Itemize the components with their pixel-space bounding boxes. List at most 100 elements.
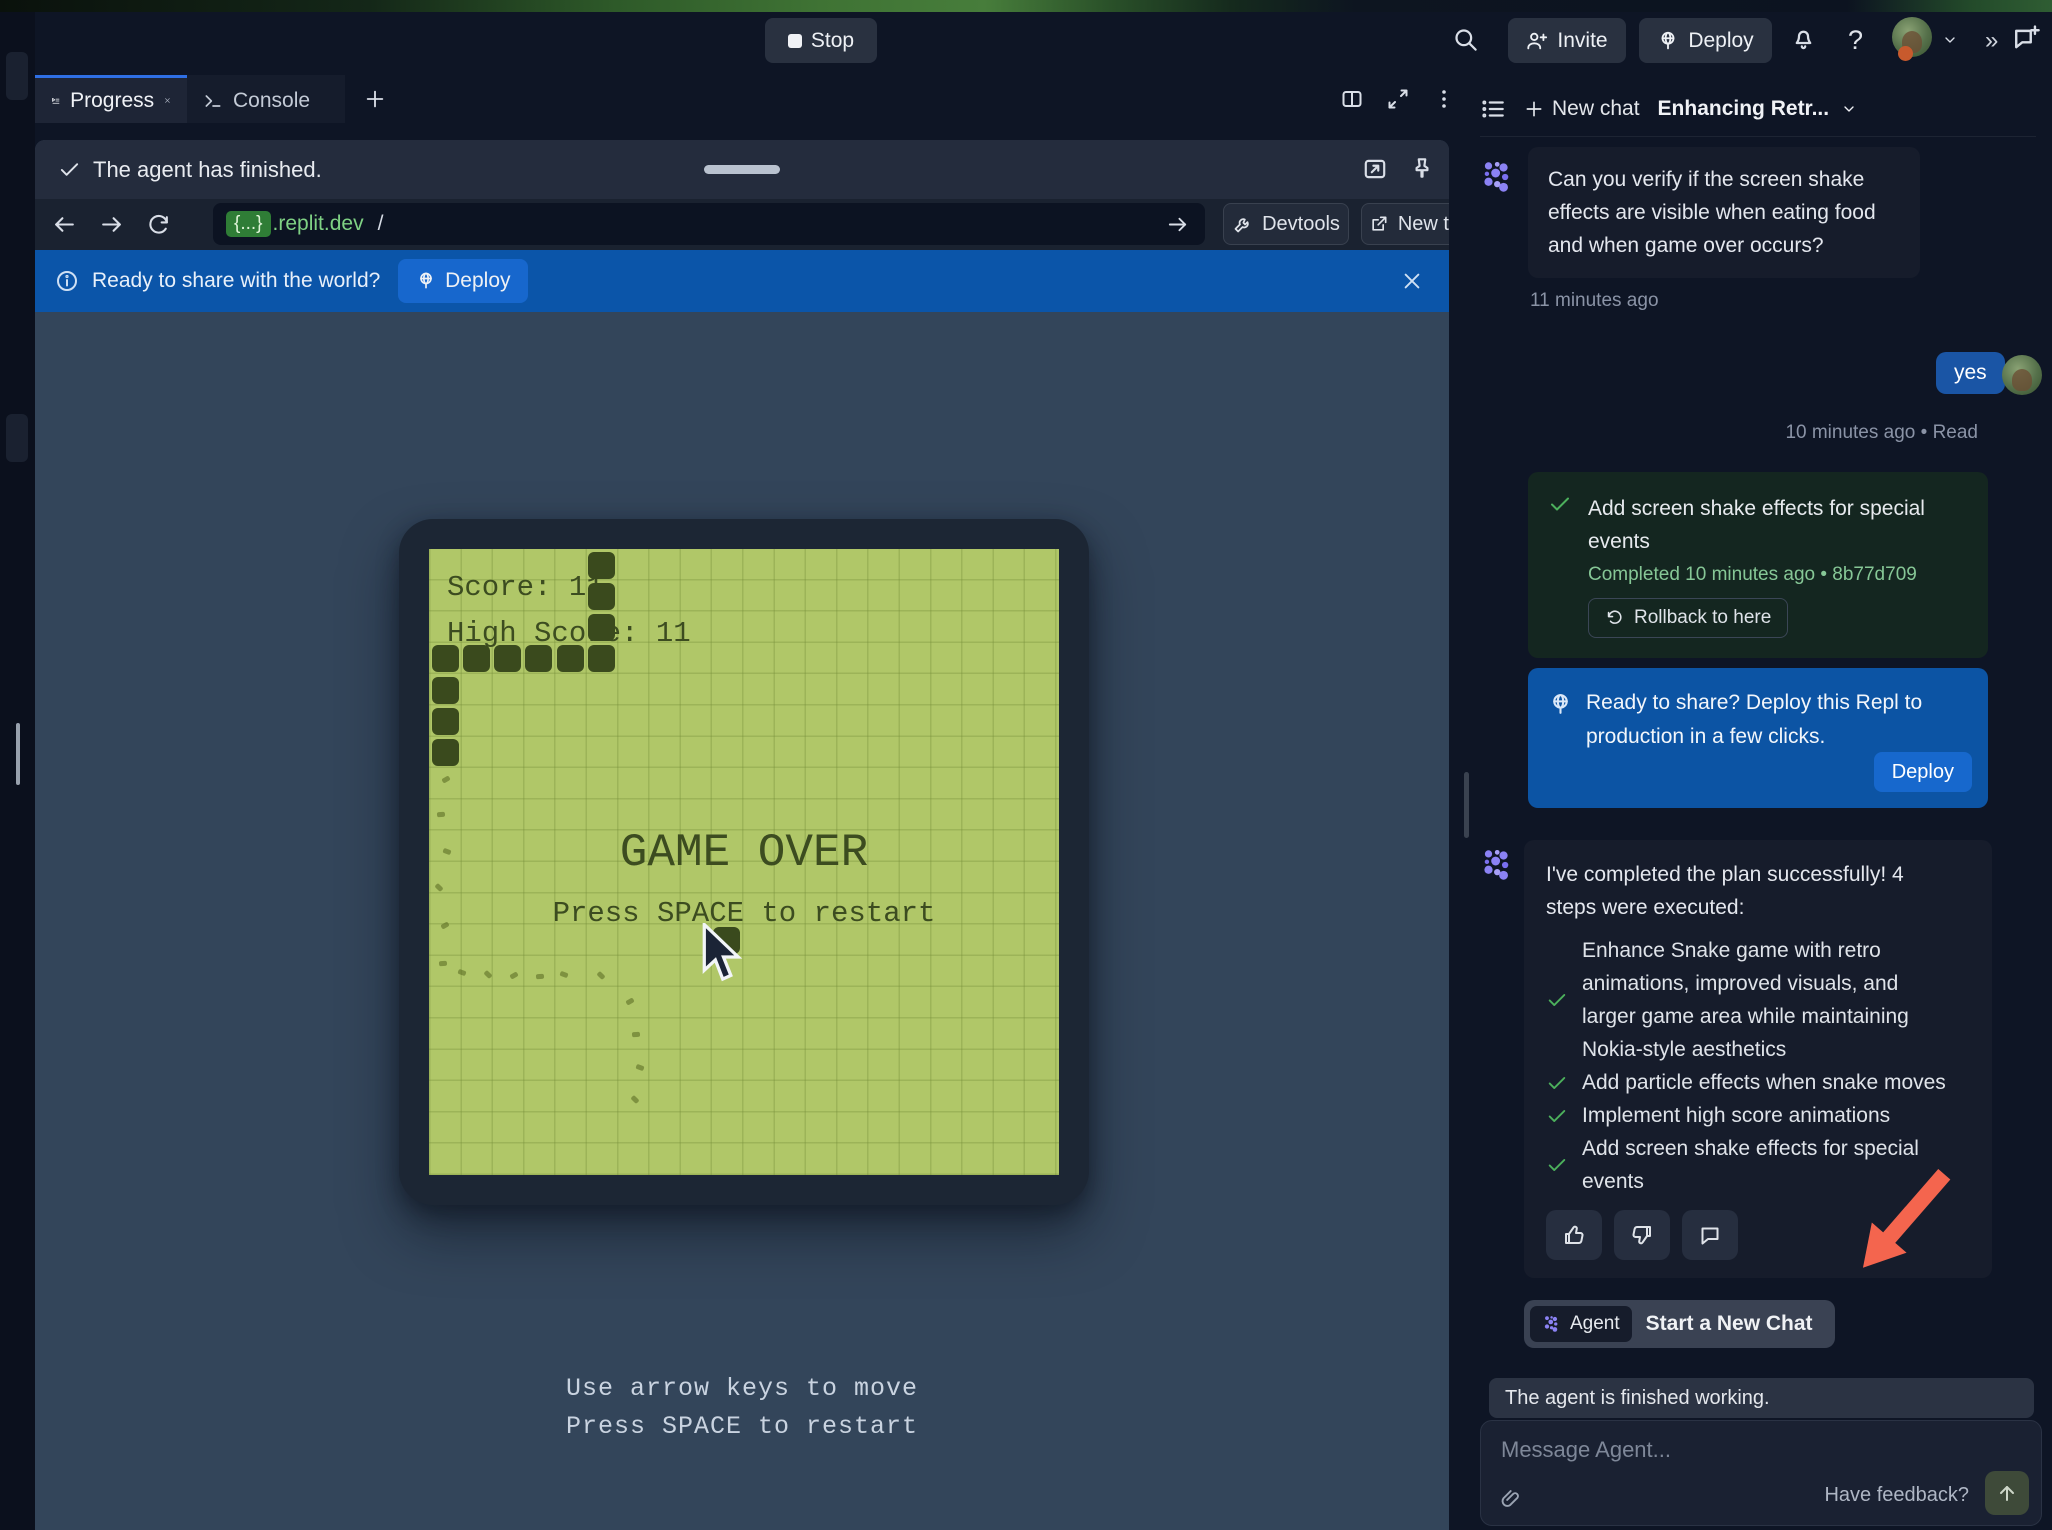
drag-handle[interactable] bbox=[704, 165, 780, 174]
particle bbox=[559, 971, 568, 978]
thumbs-up-icon bbox=[1562, 1223, 1586, 1247]
chevron-down-icon bbox=[1841, 101, 1857, 117]
thumbs-up-button[interactable] bbox=[1546, 1210, 1602, 1260]
back-icon[interactable] bbox=[52, 212, 77, 237]
expand-pane-icon[interactable] bbox=[1386, 87, 1410, 111]
pin-icon[interactable] bbox=[1409, 155, 1435, 181]
avatar-chevron-down-icon[interactable] bbox=[1942, 32, 1958, 48]
check-icon bbox=[1546, 989, 1568, 1011]
new-chat-button[interactable]: New chat bbox=[1524, 97, 1640, 121]
chat-title: Enhancing Retr... bbox=[1658, 97, 1830, 121]
check-icon bbox=[1546, 1154, 1568, 1176]
thumbs-down-button[interactable] bbox=[1614, 1210, 1670, 1260]
particle bbox=[509, 971, 518, 979]
progress-pane: The agent has finished. {...} .replit.de… bbox=[35, 140, 1449, 1530]
banner-deploy-label: Deploy bbox=[445, 269, 510, 293]
devtools-label: Devtools bbox=[1262, 213, 1340, 236]
particle bbox=[635, 1064, 644, 1071]
person-plus-icon bbox=[1526, 30, 1548, 52]
help-icon[interactable]: ? bbox=[1848, 25, 1863, 56]
chat-title-dropdown[interactable]: Enhancing Retr... bbox=[1658, 97, 1858, 121]
chat-header-separator bbox=[1480, 136, 2036, 137]
send-button[interactable] bbox=[1985, 1471, 2029, 1515]
deploy-card-button[interactable]: Deploy bbox=[1874, 752, 1972, 792]
desktop-wallpaper-strip bbox=[0, 0, 2052, 12]
snake-block bbox=[588, 552, 615, 579]
url-bar[interactable]: {...} .replit.dev / bbox=[213, 203, 1205, 245]
stop-icon bbox=[788, 34, 802, 48]
plan-item-text: Enhance Snake game with retro animations… bbox=[1582, 934, 1950, 1066]
agent-avatar-logo bbox=[1479, 158, 1517, 196]
split-pane-icon[interactable] bbox=[1340, 87, 1364, 111]
close-banner-icon[interactable] bbox=[1401, 270, 1423, 292]
restart-hint-text: Press SPACE to restart bbox=[429, 897, 1059, 930]
search-icon[interactable] bbox=[1452, 26, 1479, 53]
plan-item: Enhance Snake game with retro animations… bbox=[1546, 934, 1970, 1066]
agent-question-bubble: Can you verify if the screen shake effec… bbox=[1528, 147, 1920, 278]
checkpoint-meta: Completed 10 minutes ago • 8b77d709 bbox=[1588, 564, 1968, 586]
banner-text: Ready to share with the world? bbox=[92, 269, 380, 293]
game-screen[interactable]: Score: 11 High Score: 11 GAME OVER Press… bbox=[429, 549, 1059, 1175]
deploy-icon bbox=[416, 271, 436, 291]
invite-button[interactable]: Invite bbox=[1508, 18, 1626, 63]
snake-block bbox=[588, 645, 615, 672]
pane-menu-kebab-icon[interactable] bbox=[1432, 87, 1456, 111]
particle bbox=[483, 970, 492, 979]
notifications-bell-icon[interactable] bbox=[1790, 25, 1817, 52]
stop-button[interactable]: Stop bbox=[765, 18, 877, 63]
rollback-label: Rollback to here bbox=[1634, 607, 1771, 629]
console-tab-icon bbox=[203, 91, 223, 111]
reload-icon[interactable] bbox=[146, 212, 171, 237]
url-host: .replit.dev bbox=[273, 212, 364, 236]
mouse-cursor bbox=[701, 923, 743, 985]
forward-icon[interactable] bbox=[99, 212, 124, 237]
agent-avatar-logo bbox=[1479, 846, 1517, 884]
score-text: Score: 11 bbox=[447, 571, 604, 604]
comment-plus-icon[interactable] bbox=[2012, 23, 2041, 52]
open-in-pane-icon[interactable] bbox=[1362, 156, 1388, 182]
deploy-card: Ready to share? Deploy this Repl to prod… bbox=[1528, 668, 1988, 808]
check-icon bbox=[1546, 1072, 1568, 1094]
snake-block bbox=[432, 677, 459, 704]
new-tab-plus-icon[interactable] bbox=[364, 88, 386, 110]
chat-list-icon[interactable] bbox=[1480, 96, 1506, 122]
agent-mode-pill: Agent bbox=[1530, 1306, 1632, 1342]
attachment-paperclip-icon[interactable] bbox=[1499, 1488, 1522, 1511]
snake-block bbox=[525, 645, 552, 672]
plan-intro: I've completed the plan successfully! 4 … bbox=[1546, 858, 1956, 924]
agent-question-text: Can you verify if the screen shake effec… bbox=[1548, 168, 1876, 257]
sidebar-resize-handle[interactable] bbox=[16, 723, 20, 785]
message-agent-input[interactable]: Message Agent... Have feedback? bbox=[1480, 1420, 2042, 1526]
tab-console[interactable]: Console bbox=[187, 75, 345, 123]
url-lock-badge: {...} bbox=[226, 211, 271, 237]
game-over-text: GAME OVER bbox=[429, 827, 1059, 879]
plan-item-text: Add particle effects when snake moves bbox=[1582, 1066, 1950, 1099]
plan-checklist: Enhance Snake game with retro animations… bbox=[1546, 934, 1970, 1198]
comment-button[interactable] bbox=[1682, 1210, 1738, 1260]
chat-header: New chat Enhancing Retr... bbox=[1480, 85, 2052, 133]
open-new-tab-button[interactable]: New tab bbox=[1361, 203, 1449, 245]
rollback-button[interactable]: Rollback to here bbox=[1588, 598, 1788, 638]
close-tab-icon[interactable] bbox=[164, 93, 171, 108]
devtools-button[interactable]: Devtools bbox=[1223, 203, 1349, 245]
collapsed-sidebar bbox=[0, 12, 35, 1530]
collapse-panel-icon[interactable]: » bbox=[1985, 27, 1998, 55]
info-icon bbox=[55, 269, 79, 293]
plan-item-text: Implement high score animations bbox=[1582, 1099, 1950, 1132]
plan-item-text: Add screen shake effects for special eve… bbox=[1582, 1132, 1950, 1198]
start-new-chat-button[interactable]: Agent Start a New Chat bbox=[1524, 1300, 1835, 1348]
particle bbox=[630, 1095, 639, 1104]
deploy-label: Deploy bbox=[1688, 29, 1753, 53]
particle bbox=[625, 997, 634, 1005]
have-feedback-link[interactable]: Have feedback? bbox=[1824, 1484, 1969, 1507]
agent-finished-toast: The agent is finished working. bbox=[1489, 1378, 2034, 1418]
user-message-meta: 10 minutes ago • Read bbox=[1528, 422, 1978, 444]
instructions-line-1: Use arrow keys to move bbox=[35, 1374, 1449, 1403]
banner-deploy-button[interactable]: Deploy bbox=[398, 259, 528, 303]
deploy-button[interactable]: Deploy bbox=[1639, 18, 1772, 63]
go-to-url-icon[interactable] bbox=[1166, 213, 1189, 236]
thumbs-down-icon bbox=[1630, 1223, 1654, 1247]
tab-progress[interactable]: Progress bbox=[35, 75, 187, 123]
game-device-frame: Score: 11 High Score: 11 GAME OVER Press… bbox=[399, 519, 1089, 1205]
pane-divider-scrollbar[interactable] bbox=[1464, 772, 1469, 838]
